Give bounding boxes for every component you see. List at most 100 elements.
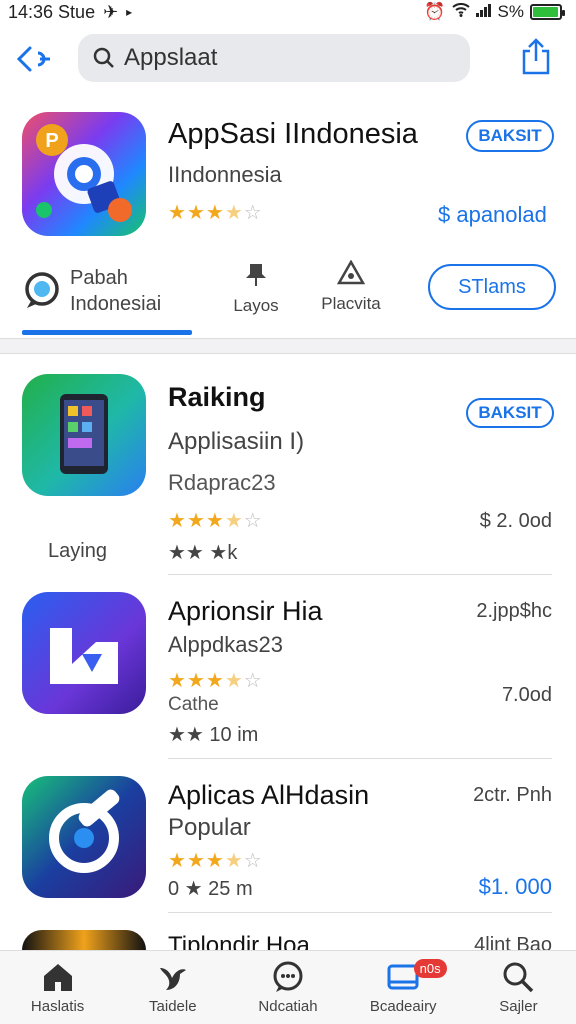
location-icon: ▸ (126, 5, 133, 19)
tab-indonesia-line1: Pabah (70, 267, 128, 289)
price-label[interactable]: $1. 000 (479, 874, 552, 900)
tab-layos-label: Layos (233, 296, 279, 315)
separator (168, 758, 552, 759)
app-category: Cathe (168, 694, 219, 715)
app-icon[interactable] (22, 776, 146, 898)
star-filled-icon: ★ (186, 670, 206, 692)
tabbar-label: Taidele (149, 998, 197, 1015)
star-empty-icon: ☆ (243, 850, 263, 872)
status-bar: 14:36 Stue ✈ ▸ ⏰ S% (0, 0, 576, 24)
rating-stars: ★★★★☆ (168, 668, 263, 693)
star-filled-icon: ★ (168, 202, 187, 224)
app-icon[interactable] (22, 374, 146, 496)
tab-indonesia-line2: Indonesiai (70, 293, 162, 315)
active-tab-indicator (22, 330, 192, 335)
separator (168, 912, 552, 913)
status-time: 14:36 Stue (8, 1, 96, 22)
star-filled-icon: ★ (186, 850, 206, 872)
price-label[interactable]: $ apanolad (438, 202, 547, 228)
star-empty-icon: ★ (224, 670, 244, 692)
app-icon[interactable] (22, 592, 146, 714)
rating-stars: ★★★★☆ (168, 848, 263, 873)
app-icon[interactable]: P (22, 112, 146, 236)
app-subtitle: IIndonnesia (168, 162, 282, 187)
tabbar-label: Bcadeairy (369, 998, 437, 1015)
review-count: 0 ★ 25 m (168, 878, 253, 900)
star-empty-icon: ★ (224, 510, 244, 532)
app-subtitle: Alppdkas23 (168, 632, 283, 657)
review-count: ★★ ★k (168, 542, 238, 564)
tabbar-item-bcadeairy[interactable]: n0s Bcadeairy (346, 951, 461, 1024)
signal-icon (475, 2, 492, 22)
star-filled-icon: ★ (168, 850, 187, 872)
app-header: P AppSasi IIndonesia IIndonnesia ★★★★☆ B… (0, 96, 576, 342)
tabbar-label: Sajler (499, 998, 538, 1015)
star-empty-icon: ★ (224, 850, 244, 872)
star-filled-icon: ★ (168, 510, 187, 532)
top-bar: Appslaat (0, 28, 576, 90)
tab-placvita-label: Placvita (321, 294, 381, 313)
app-name: Raiking (168, 382, 266, 412)
share-icon (522, 38, 550, 75)
price-label[interactable]: 7.0od (502, 684, 552, 707)
app-caption: Laying (48, 540, 107, 562)
share-button[interactable] (518, 36, 554, 76)
home-icon (43, 964, 72, 991)
tabbar-item-ndcatiah[interactable]: Ndcatiah (230, 951, 345, 1024)
app-name: Aplicas AlHdasin (168, 780, 370, 810)
tab-layos[interactable]: Layos (226, 260, 286, 316)
app-title: AppSasi IIndonesia (168, 118, 418, 150)
tabbar-item-taidele[interactable]: Taidele (115, 951, 230, 1024)
app-subtitle: Popular (168, 814, 251, 841)
chat-bubble-icon (25, 272, 59, 308)
star-filled-icon: ★ (168, 670, 187, 692)
app-icon[interactable] (22, 930, 146, 952)
streams-button[interactable]: STlams (428, 264, 556, 310)
alarm-icon: ⏰ (424, 2, 446, 21)
back-button[interactable] (10, 34, 66, 84)
star-filled-icon: ★ (205, 202, 225, 224)
rating-stars: ★★★★☆ (168, 200, 263, 225)
review-count: ★★ 10 im (168, 724, 259, 746)
airplane-icon: ✈ (103, 1, 119, 22)
star-empty-icon: ☆ (243, 670, 263, 692)
tabbar-label: Haslatis (30, 998, 85, 1015)
tab-indonesia[interactable]: Pabah Indonesiai (22, 256, 192, 326)
battery-icon (530, 4, 565, 20)
search-input[interactable]: Appslaat (78, 34, 470, 82)
bird-icon (159, 968, 186, 990)
star-empty-icon: ★ (224, 202, 244, 224)
star-empty-icon: ☆ (243, 510, 263, 532)
star-filled-icon: ★ (205, 670, 225, 692)
tabbar-item-search[interactable]: Sajler (461, 951, 576, 1024)
warning-icon (337, 260, 365, 285)
tabbar-label: Ndcatiah (258, 998, 318, 1015)
price-label[interactable]: $ 2. 0od (480, 510, 552, 533)
tab-placvita[interactable]: Placvita (314, 260, 388, 314)
battery-percent: S% (497, 2, 524, 21)
notification-badge: n0s (413, 959, 447, 978)
search-placeholder: Appslaat (124, 44, 218, 71)
star-filled-icon: ★ (205, 850, 225, 872)
app-size: 2ctr. Pnh (473, 784, 552, 806)
back-arrow-icon (16, 46, 50, 72)
get-button[interactable]: BAKSIT (466, 398, 554, 428)
tabbar-item-home[interactable]: Haslatis (0, 951, 115, 1024)
star-empty-icon: ☆ (243, 202, 263, 224)
get-button[interactable]: BAKSIT (466, 120, 554, 152)
app-subtitle: Applisasiin I) (168, 428, 305, 455)
search-icon (503, 962, 534, 993)
wifi-icon (451, 2, 470, 22)
tab-row: Pabah Indonesiai Layos Placvita STlams (0, 256, 576, 338)
search-icon (93, 47, 114, 68)
chat-icon (273, 961, 303, 992)
star-filled-icon: ★ (186, 202, 206, 224)
app-size: 2.jpp$hc (476, 600, 552, 622)
svg-text:P: P (45, 130, 58, 152)
pin-icon (246, 264, 266, 286)
separator (168, 574, 552, 575)
section-divider (0, 338, 576, 354)
app-developer: Rdaprac23 (168, 470, 276, 495)
bottom-tab-bar: Haslatis Taidele Ndcatiah n0s Bcadeairy … (0, 950, 576, 1024)
app-name: Aprionsir Hia (168, 596, 323, 626)
